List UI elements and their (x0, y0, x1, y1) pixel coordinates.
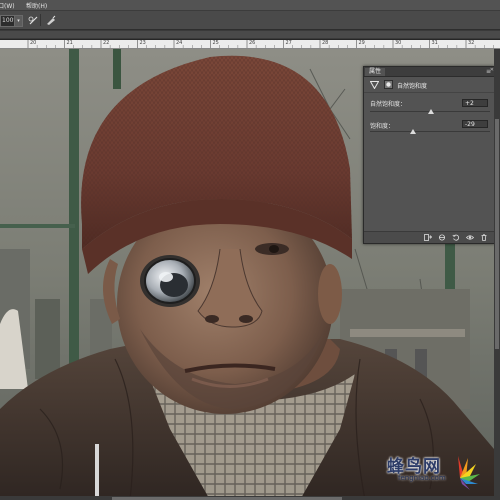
ruler-label: 22 (103, 40, 110, 46)
panel-header: 属性 ✕ ≡ (364, 67, 494, 77)
mask-icon[interactable] (384, 80, 393, 89)
trash-icon[interactable] (480, 234, 488, 241)
options-bar: 100% ▾ (0, 11, 500, 30)
vibrance-label: 自然饱和度： (370, 101, 407, 108)
ruler-label: 27 (285, 40, 292, 46)
reset-icon[interactable] (452, 234, 460, 241)
saturation-slider-track[interactable] (370, 131, 490, 132)
toolbar-divider (40, 14, 41, 26)
properties-panel: 属性 ✕ ≡ 自然饱和度 自然饱和度： +2 饱和度： -29 (363, 66, 495, 244)
panel-footer (364, 231, 494, 243)
adjustment-title-row: 自然饱和度 (364, 77, 494, 93)
horizontal-scrollbar[interactable] (0, 496, 494, 500)
ruler-label: 31 (431, 40, 438, 46)
ruler-label: 20 (30, 40, 37, 46)
pressure-brush-icon[interactable] (28, 15, 40, 26)
ruler-label: 26 (249, 40, 256, 46)
adjustment-title: 自然饱和度 (397, 83, 428, 90)
view-previous-icon[interactable] (438, 234, 446, 241)
vibrance-slider-thumb[interactable] (428, 109, 435, 114)
saturation-label: 饱和度： (370, 123, 395, 130)
eye-icon[interactable] (466, 234, 474, 241)
ruler-label: 30 (395, 40, 402, 46)
panel-menu-icon[interactable]: ≡ (486, 68, 491, 75)
ruler-label: 32 (468, 40, 475, 46)
brush-settings-icon[interactable] (45, 15, 57, 26)
zoom-dropdown[interactable]: ▾ (14, 15, 23, 27)
ruler-label: 25 (212, 40, 219, 46)
menu-help[interactable]: 帮助(H) (26, 1, 47, 10)
ruler-label: 29 (358, 40, 365, 46)
ruler-label: 23 (139, 40, 146, 46)
vertical-scrollbar[interactable] (494, 49, 500, 500)
vibrance-field[interactable]: +2 (462, 99, 488, 107)
vertical-scroll-thumb[interactable] (495, 119, 499, 349)
menu-bar: 窗口(W) 帮助(H) (0, 0, 500, 11)
saturation-slider-thumb[interactable] (410, 129, 417, 134)
ruler-label: 21 (66, 40, 73, 46)
menu-window[interactable]: 窗口(W) (0, 1, 15, 10)
document-tab[interactable] (0, 31, 500, 38)
ruler-label: 24 (176, 40, 183, 46)
tab-properties[interactable]: 属性 (365, 68, 386, 76)
horizontal-ruler: 20 21 22 23 24 25 26 27 28 29 30 31 32 (0, 40, 500, 49)
vibrance-triangle-icon (370, 81, 379, 89)
watermark-url: fengniao.com (398, 474, 446, 482)
ruler-label: 28 (322, 40, 329, 46)
saturation-field[interactable]: -29 (462, 120, 488, 128)
clip-to-layer-icon[interactable] (424, 234, 432, 241)
